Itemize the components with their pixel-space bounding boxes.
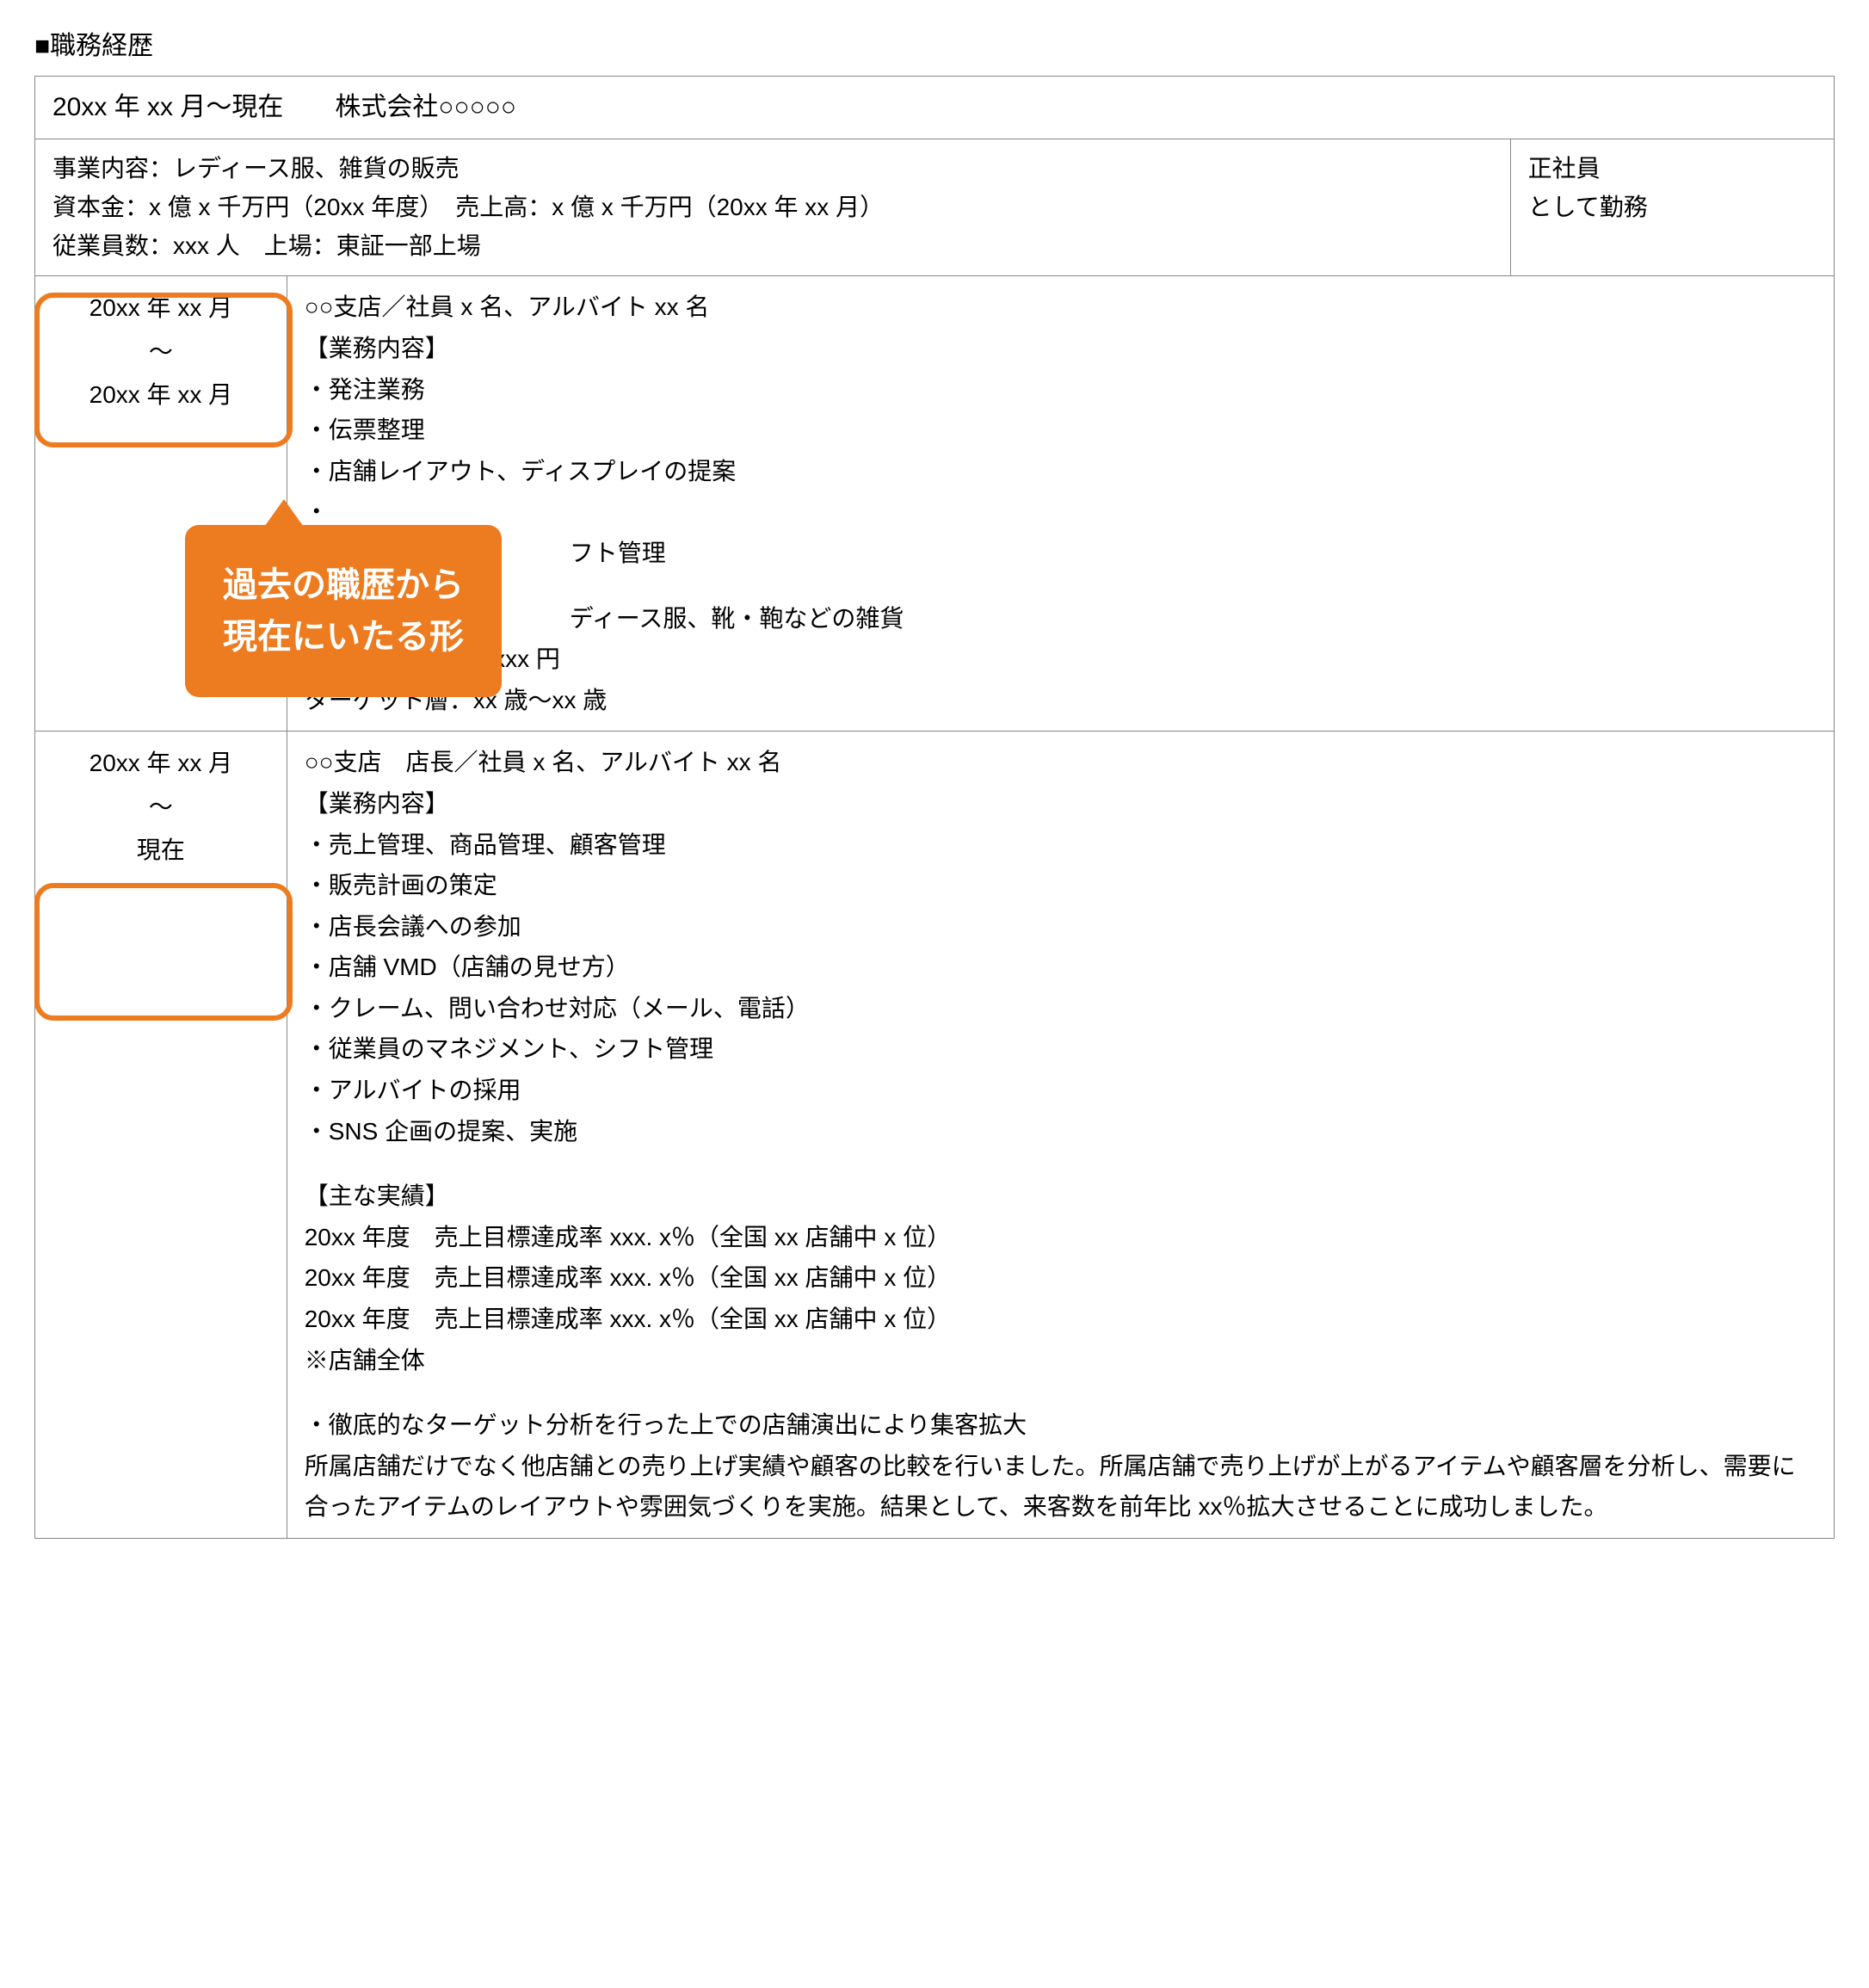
period2-duty-1: ・販売計画の策定 — [305, 865, 1817, 906]
callout-line2: 現在にいたる形 — [223, 611, 464, 663]
period1-header: ○○支店／社員 x 名、アルバイト xx 名 — [305, 287, 1817, 328]
period1-duty-2: ・店舗レイアウト、ディスプレイの提案 — [305, 451, 1817, 492]
section-title: ■職務経歴 — [34, 26, 1835, 67]
period2-results-label: 【主な実績】 — [305, 1176, 1817, 1217]
company-info-cell: 事業内容：レディース服、雑貨の販売 資本金：x 億 x 千万円（20xx 年度）… — [35, 139, 1511, 276]
period2-date-sep: ～ — [42, 786, 280, 829]
period2-duty-5: ・従業員のマネジメント、シフト管理 — [305, 1028, 1817, 1070]
resume-table: 20xx 年 xx 月～現在 株式会社○○○○○ 事業内容：レディース服、雑貨の… — [34, 76, 1835, 1539]
period2-header: ○○支店 店長／社員 x 名、アルバイト xx 名 — [305, 742, 1817, 783]
business-line: 事業内容：レディース服、雑貨の販売 — [52, 150, 1493, 188]
period1-duties-label: 【業務内容】 — [305, 328, 1817, 369]
period-company-cell: 20xx 年 xx 月～現在 株式会社○○○○○ — [35, 77, 1835, 139]
period1-date-start: 20xx 年 xx 月 — [42, 287, 280, 330]
header-row: 20xx 年 xx 月～現在 株式会社○○○○○ — [35, 77, 1835, 139]
period2-result-1: 20xx 年度 売上目標達成率 xxx. x％（全国 xx 店舗中 x 位） — [305, 1257, 1817, 1299]
period2-achievement-body: 所属店舗だけでなく他店舗との売り上げ実績や顧客の比較を行いました。所属店舗で売り… — [305, 1446, 1817, 1528]
period1-duty-3: ・ — [305, 491, 1817, 533]
period2-duty-6: ・アルバイトの採用 — [305, 1070, 1817, 1111]
callout-line1: 過去の職歴から — [223, 559, 464, 611]
period2-duty-0: ・売上管理、商品管理、顧客管理 — [305, 824, 1817, 866]
period2-date-cell: 20xx 年 xx 月 ～ 現在 — [35, 732, 287, 1539]
status-line2: として勤務 — [1528, 188, 1817, 227]
period2-result-3: ※店舗全体 — [305, 1340, 1817, 1381]
period1-store-price: 客単価：平均 xx, xxx 円 — [305, 639, 1817, 680]
period2-date-start: 20xx 年 xx 月 — [42, 742, 280, 785]
period2-duties-label: 【業務内容】 — [305, 783, 1817, 824]
period2-result-2: 20xx 年度 売上目標達成率 xxx. x％（全国 xx 店舗中 x 位） — [305, 1299, 1817, 1340]
period2-duty-4: ・クレーム、問い合わせ対応（メール、電話） — [305, 988, 1817, 1029]
period1-duty-4: フト管理 — [305, 533, 1817, 574]
period2-result-0: 20xx 年度 売上目標達成率 xxx. x％（全国 xx 店舗中 x 位） — [305, 1217, 1817, 1258]
period2-duty-3: ・店舗 VMD（店舗の見せ方） — [305, 947, 1817, 988]
company-info-row: 事業内容：レディース服、雑貨の販売 資本金：x 億 x 千万円（20xx 年度）… — [35, 139, 1835, 276]
period1-date-end: 20xx 年 xx 月 — [42, 374, 280, 417]
employment-status-cell: 正社員 として勤務 — [1510, 139, 1834, 276]
period2-date-end: 現在 — [42, 829, 280, 872]
financials-line: 資本金：x 億 x 千万円（20xx 年度） 売上高：x 億 x 千万円（20x… — [52, 188, 1493, 227]
period1-store-target: ターゲット層：xx 歳～xx 歳 — [305, 680, 1817, 721]
period1-date-sep: ～ — [42, 330, 280, 374]
employees-line: 従業員数：xxx 人 上場：東証一部上場 — [52, 227, 1493, 266]
period1-duty-0: ・発注業務 — [305, 369, 1817, 411]
period2-achievement-title: ・徹底的なターゲット分析を行った上での店舗演出により集客拡大 — [305, 1405, 1817, 1446]
period1-store-products: ディース服、靴・鞄などの雑貨 — [305, 598, 1817, 639]
callout-annotation: 過去の職歴から 現在にいたる形 — [185, 525, 502, 697]
period2-content-cell: ○○支店 店長／社員 x 名、アルバイト xx 名 【業務内容】 ・売上管理、商… — [287, 732, 1834, 1539]
period2-duty-7: ・SNS 企画の提案、実施 — [305, 1111, 1817, 1152]
period1-content-cell: ○○支店／社員 x 名、アルバイト xx 名 【業務内容】 ・発注業務 ・伝票整… — [287, 276, 1834, 732]
period2-duty-2: ・店長会議への参加 — [305, 906, 1817, 948]
status-line1: 正社員 — [1528, 150, 1817, 188]
period2-row: 20xx 年 xx 月 ～ 現在 ○○支店 店長／社員 x 名、アルバイト xx… — [35, 732, 1835, 1539]
period1-duty-1: ・伝票整理 — [305, 410, 1817, 451]
